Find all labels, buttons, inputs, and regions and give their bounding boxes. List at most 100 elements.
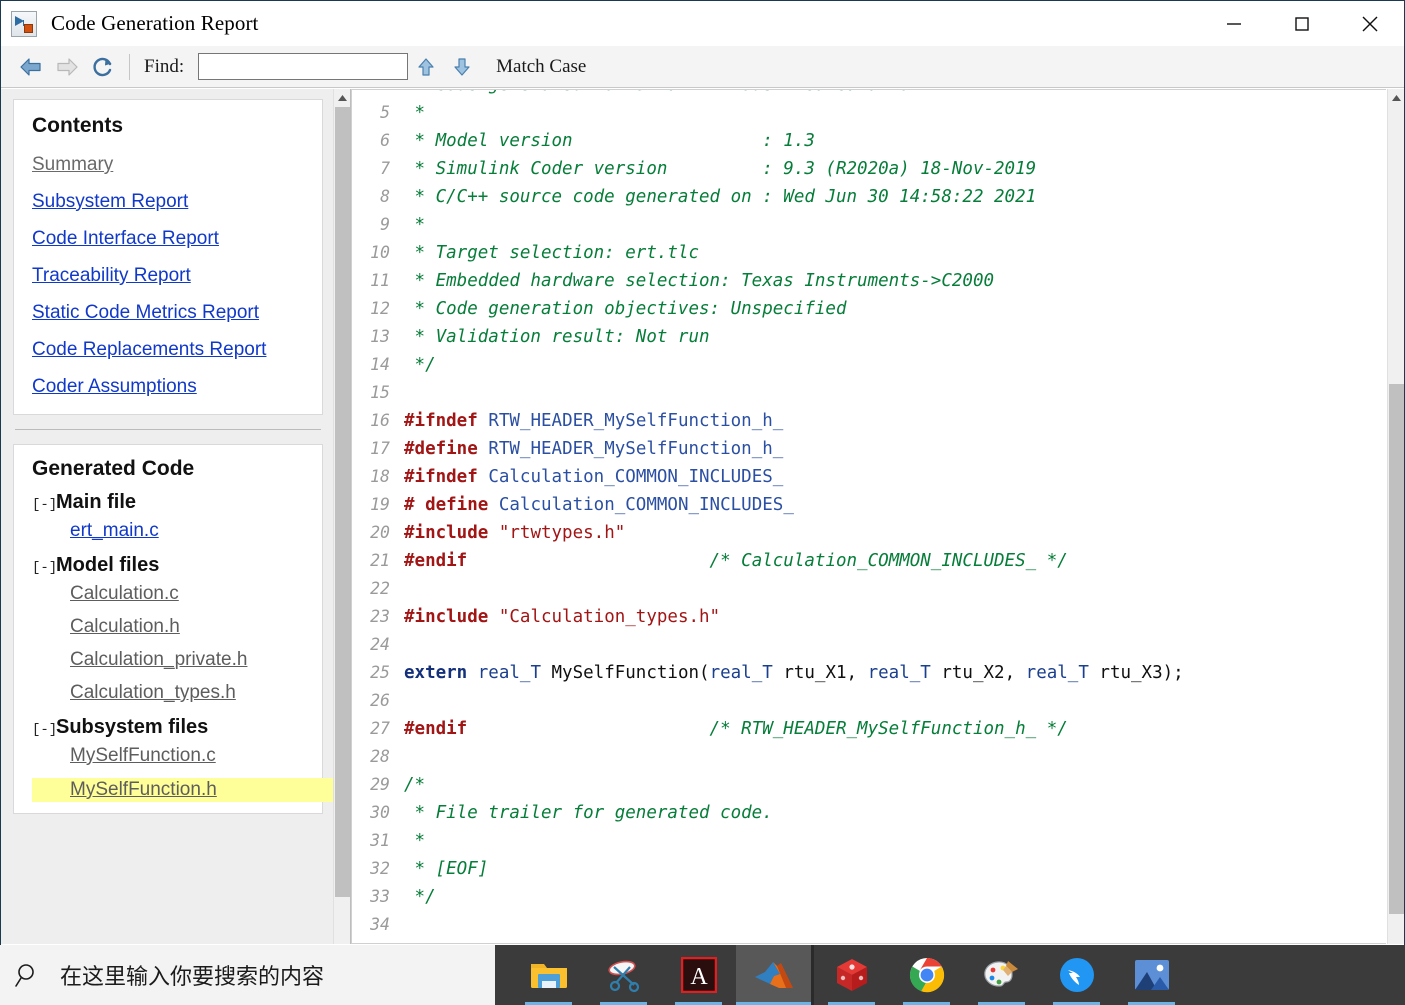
generated-code-title: Generated Code <box>32 457 195 480</box>
file-link-myselffunction-c[interactable]: MySelfFunction.c <box>70 745 304 767</box>
code-line: 22 <box>352 575 1386 603</box>
line-number: 8 <box>380 187 390 206</box>
taskbar-item-adobe-acrobat[interactable]: A <box>661 945 736 1005</box>
taskbar-search-box[interactable]: 在这里输入你要搜索的内容 <box>0 945 495 1005</box>
search-input[interactable] <box>198 53 409 80</box>
taskbar-items: A <box>495 945 1405 1005</box>
line-number: 30 <box>370 803 390 822</box>
close-button[interactable] <box>1336 1 1404 46</box>
collapse-toggle-icon[interactable]: [-] <box>32 722 57 738</box>
file-link-calculation-types-h[interactable]: Calculation_types.h <box>70 682 304 704</box>
line-number: 22 <box>370 579 390 598</box>
scroll-up-icon[interactable] <box>1388 89 1404 106</box>
find-next-icon[interactable] <box>444 52 480 82</box>
taskbar-item-snipping-tool[interactable] <box>586 945 661 1005</box>
code-line: 28 <box>352 743 1386 771</box>
line-text: * Embedded hardware selection: Texas Ins… <box>404 271 995 291</box>
code-line: 5 * <box>352 99 1386 127</box>
minimize-button[interactable] <box>1200 1 1268 46</box>
line-number: 15 <box>370 383 390 402</box>
toc-link-summary[interactable]: Summary <box>32 154 304 176</box>
code-line: 26 <box>352 687 1386 715</box>
group-subsystem-files[interactable]: [-] Subsystem files <box>32 716 304 739</box>
line-text: */ <box>404 355 436 375</box>
collapse-toggle-icon[interactable]: [-] <box>32 497 57 513</box>
code-scrollbar[interactable] <box>1387 89 1404 944</box>
navigation-toolbar: Find: Match Case <box>1 46 1404 88</box>
taskbar-item-paint[interactable] <box>964 945 1039 1005</box>
line-number: 7 <box>380 159 390 178</box>
group-label: Main file <box>56 491 137 513</box>
line-text: extern real_T MySelfFunction(real_T rtu_… <box>404 663 1184 683</box>
forward-arrow-icon <box>49 52 85 82</box>
line-text: # define Calculation_COMMON_INCLUDES_ <box>404 495 794 515</box>
code-line: 23 #include "Calculation_types.h" <box>352 603 1386 631</box>
back-arrow-icon[interactable] <box>13 52 49 82</box>
line-text: * Validation result: Not run <box>404 327 710 347</box>
match-case-label[interactable]: Match Case <box>496 56 586 78</box>
code-surface[interactable]: 4 * Code generated for Simulink model 'C… <box>351 89 1386 944</box>
toc-link-code-replacements[interactable]: Code Replacements Report <box>32 339 304 361</box>
code-line: 21 #endif /* Calculation_COMMON_INCLUDES_… <box>352 547 1386 575</box>
taskbar-item-matlab[interactable] <box>736 945 811 1005</box>
code-line: 33 */ <box>352 883 1386 911</box>
line-number: 29 <box>370 775 390 794</box>
taskbar-item-dingtalk[interactable] <box>1039 945 1114 1005</box>
line-number: 24 <box>370 635 390 654</box>
toc-link-traceability[interactable]: Traceability Report <box>32 265 304 287</box>
content-area: Contents Summary Subsystem Report Code I… <box>1 89 1404 944</box>
line-text: * Code generated for Simulink model 'Cal… <box>404 90 1386 99</box>
find-previous-icon[interactable] <box>408 52 444 82</box>
group-label: Subsystem files <box>56 716 209 738</box>
group-model-files[interactable]: [-] Model files <box>32 554 304 577</box>
windows-taskbar: 在这里输入你要搜索的内容 A <box>0 945 1405 1005</box>
taskbar-item-google-chrome[interactable] <box>889 945 964 1005</box>
title-bar: Code Generation Report <box>1 1 1404 46</box>
code-line: 12 * Code generation objectives: Unspeci… <box>352 295 1386 323</box>
toc-link-code-interface[interactable]: Code Interface Report <box>32 228 304 250</box>
file-link-calculation-c[interactable]: Calculation.c <box>70 583 304 605</box>
group-label: Model files <box>56 554 160 576</box>
snipping-tool-icon <box>607 960 639 993</box>
paint-icon <box>983 961 1018 987</box>
toc-link-subsystem-report[interactable]: Subsystem Report <box>32 191 304 213</box>
code-line: 9 * <box>352 211 1386 239</box>
line-number: 18 <box>370 467 390 486</box>
maximize-button[interactable] <box>1268 1 1336 46</box>
code-line: 27 #endif /* RTW_HEADER_MySelfFunction_h_… <box>352 715 1386 743</box>
line-text: * Model version : 1.3 <box>404 131 815 151</box>
window-title: Code Generation Report <box>51 11 259 35</box>
toc-link-coder-assumptions[interactable]: Coder Assumptions <box>32 376 304 398</box>
taskbar-item-photos[interactable] <box>1114 945 1189 1005</box>
line-text: * C/C++ source code generated on : Wed J… <box>404 187 1037 207</box>
group-main-file[interactable]: [-] Main file <box>32 491 304 514</box>
line-number: 20 <box>370 523 390 542</box>
code-line: 32 * [EOF] <box>352 855 1386 883</box>
code-viewer: 4 * Code generated for Simulink model 'C… <box>351 89 1404 944</box>
collapse-toggle-icon[interactable]: [-] <box>32 560 57 576</box>
line-number: 6 <box>380 131 390 150</box>
toc-link-static-code-metrics[interactable]: Static Code Metrics Report <box>32 302 304 324</box>
code-line: 8 * C/C++ source code generated on : Wed… <box>352 183 1386 211</box>
scroll-up-icon[interactable] <box>334 89 350 106</box>
code-line: 31 * <box>352 827 1386 855</box>
taskbar-item-file-explorer[interactable] <box>511 945 586 1005</box>
find-label: Find: <box>144 55 185 77</box>
window-controls <box>1200 1 1404 46</box>
reload-icon[interactable] <box>85 52 121 82</box>
sidebar-scrollbar[interactable] <box>333 89 350 944</box>
file-link-calculation-h[interactable]: Calculation.h <box>70 616 304 638</box>
code-line: 15 <box>352 379 1386 407</box>
line-text: */ <box>404 887 436 907</box>
google-chrome-icon <box>909 958 944 993</box>
sidebar-scroll-thumb[interactable] <box>335 107 350 897</box>
line-text: * <box>404 103 426 123</box>
line-text: * <box>404 215 426 235</box>
file-link-ert-main-c[interactable]: ert_main.c <box>70 520 304 542</box>
code-scroll-thumb[interactable] <box>1389 384 1404 914</box>
sidebar-divider <box>15 429 321 430</box>
line-number: 27 <box>370 719 390 738</box>
file-link-calculation-private-h[interactable]: Calculation_private.h <box>70 649 304 671</box>
taskbar-item-3d-viewer[interactable] <box>814 945 889 1005</box>
file-link-myselffunction-h[interactable]: MySelfFunction.h <box>32 778 340 802</box>
